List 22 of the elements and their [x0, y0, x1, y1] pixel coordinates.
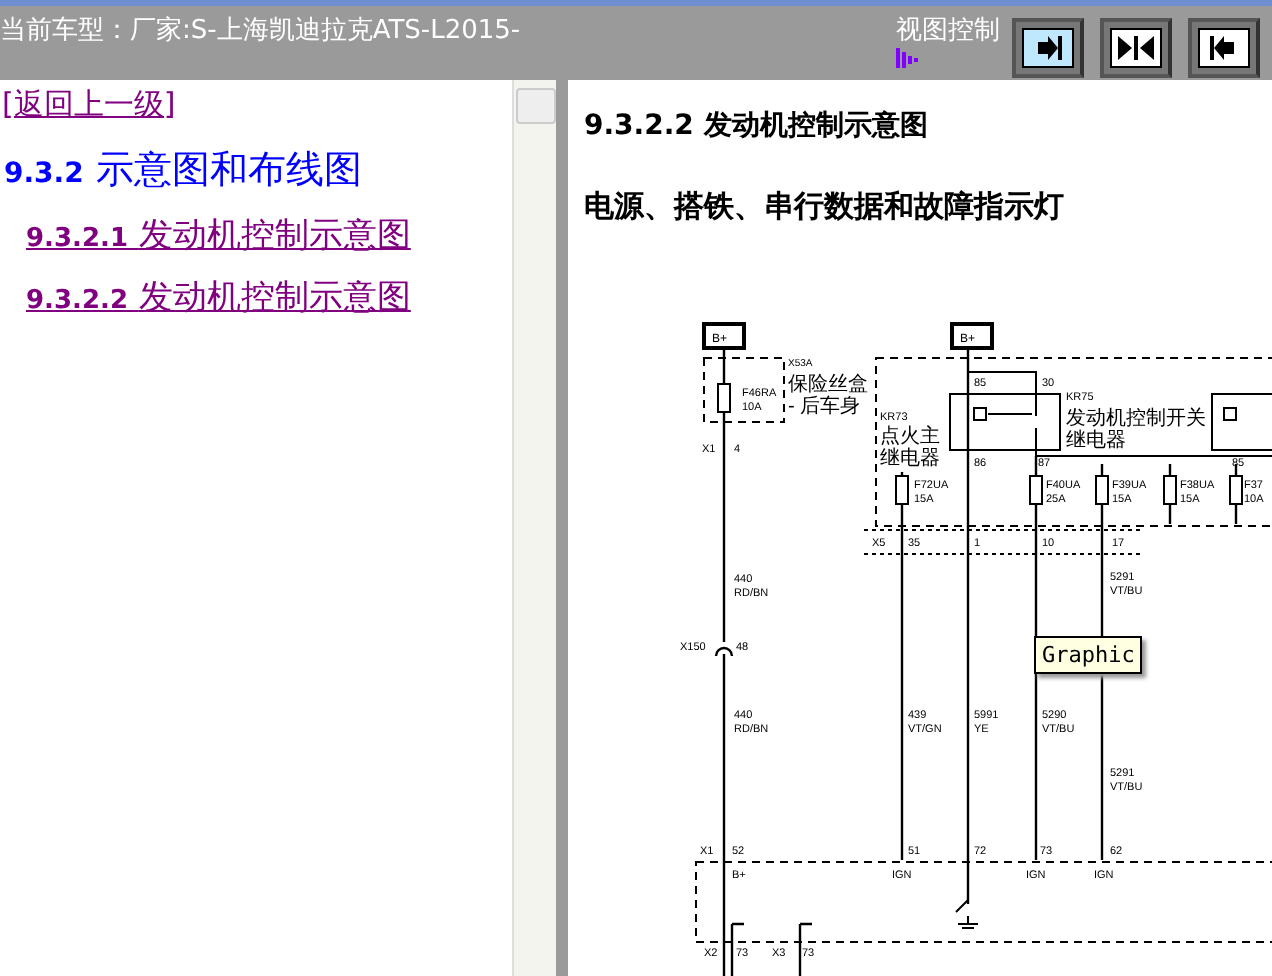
tooltip: Graphic	[1034, 636, 1143, 674]
page-heading: 9.3.2.2 发动机控制示意图	[584, 108, 930, 144]
view-button[interactable]	[1012, 18, 1084, 78]
back-link[interactable]: [返回上一级]	[2, 86, 176, 124]
diagram-label: 继电器	[880, 448, 940, 470]
arrow-to-bar-icon	[1034, 34, 1062, 62]
arrows-inward-icon	[1116, 34, 1156, 62]
section-link[interactable]: 9.3.2.2 发动机控制示意图	[26, 274, 411, 320]
diagram-label: - 后车身	[788, 396, 861, 418]
diagram-label: 发动机控制开关	[1066, 408, 1206, 430]
diagram-label: 保险丝盒	[788, 374, 868, 396]
diagram-label: 点火主	[880, 426, 940, 448]
view-button[interactable]	[1188, 18, 1260, 78]
section-heading: 9.3.2 示意图和布线图	[4, 146, 364, 196]
arrow-from-bar-icon	[1210, 34, 1238, 62]
diagram-title: 电源、搭铁、串行数据和故障指示灯	[584, 188, 1066, 226]
view-button[interactable]	[1100, 18, 1172, 78]
section-link[interactable]: 9.3.2.1 发动机控制示意图	[26, 212, 411, 258]
signal-icon	[896, 48, 924, 68]
current-vehicle-title: 当前车型：厂家:S-上海凯迪拉克ATS-L2015-	[0, 14, 523, 48]
view-control-label: 视图控制	[896, 14, 1000, 48]
diagram-label: 继电器	[1066, 430, 1126, 452]
